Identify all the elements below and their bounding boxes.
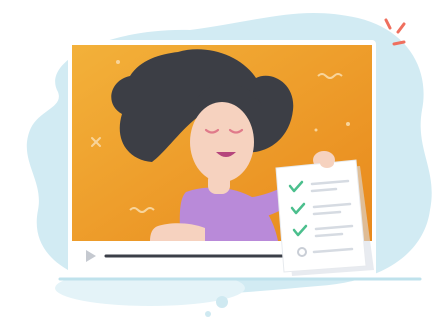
- checklist-document-icon: [275, 158, 374, 276]
- bubble-decoration: [216, 296, 228, 308]
- dot-decoration: [314, 128, 318, 132]
- finger: [320, 158, 334, 168]
- document-sheet: [275, 159, 367, 273]
- face: [190, 102, 254, 182]
- illustration-scene: [26, 12, 432, 317]
- bubble-decoration: [205, 311, 211, 317]
- dot-decoration: [116, 60, 120, 64]
- dot-decoration: [346, 122, 350, 126]
